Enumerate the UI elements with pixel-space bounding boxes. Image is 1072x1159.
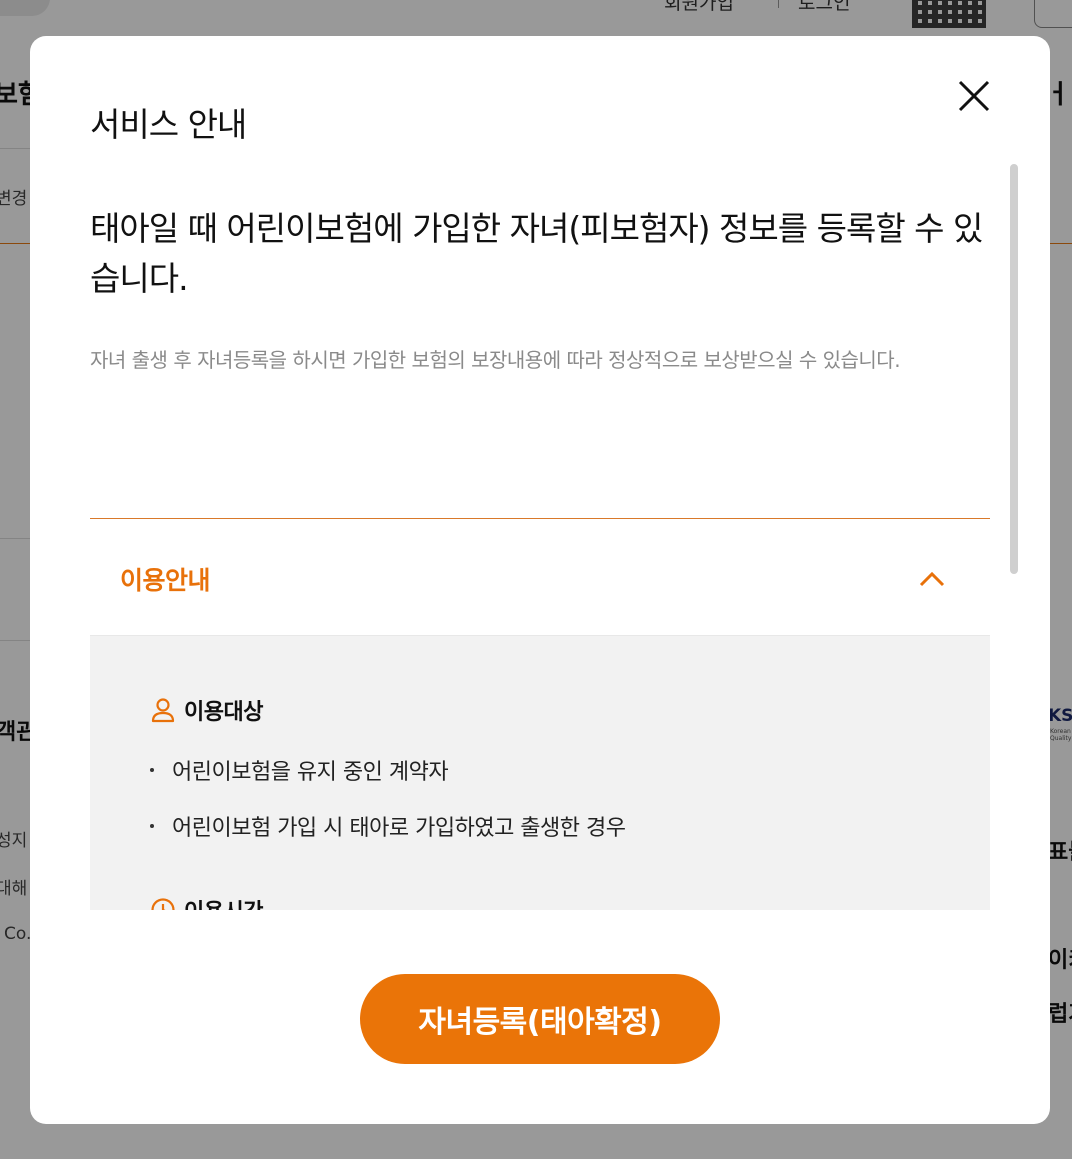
list-item-text: 어린이보험 가입 시 태아로 가입하였고 출생한 경우 [172,816,626,841]
service-info-modal: 서비스 안내 태아일 때 어린이보험에 가입한 자녀(피보험자) 정보를 등록할… [30,36,1050,1124]
bullet-dot [150,824,154,828]
scrollbar-thumb[interactable] [1010,164,1018,574]
list-item: 어린이보험을 유지 중인 계약자 [148,754,449,786]
headline: 태아일 때 어린이보험에 가입한 자녀(피보험자) 정보를 등록할 수 있습니다… [90,209,983,298]
chevron-up-icon [916,563,948,595]
modal-title: 서비스 안내 [90,105,247,144]
scrollbar[interactable] [1008,164,1020,910]
accordion-header-usage-guide[interactable]: 이용안내 [90,519,990,636]
section-target-users: 이용대상 [150,694,263,726]
person-icon [150,697,176,723]
close-icon [958,80,990,112]
section-usage-hours: 이용시간 [150,894,263,910]
section-label: 이용시간 [184,894,263,910]
accordion-title: 이용안내 [120,566,211,595]
register-child-button[interactable]: 자녀등록(태아확정) [360,974,720,1064]
list-item: 어린이보험 가입 시 태아로 가입하였고 출생한 경우 [148,810,626,842]
clock-icon [150,897,176,910]
section-label: 이용대상 [184,700,263,725]
close-button[interactable] [954,76,994,116]
list-item-text: 어린이보험을 유지 중인 계약자 [172,760,449,785]
accordion-panel: 이용대상 어린이보험을 유지 중인 계약자 어린이보험 가입 시 태아로 가입하… [90,636,990,910]
bullet-dot [150,768,154,772]
modal-scroll-content[interactable]: 태아일 때 어린이보험에 가입한 자녀(피보험자) 정보를 등록할 수 있습니다… [90,164,990,910]
description: 자녀 출생 후 자녀등록을 하시면 가입한 보험의 보장내용에 따라 정상적으로… [90,348,901,372]
